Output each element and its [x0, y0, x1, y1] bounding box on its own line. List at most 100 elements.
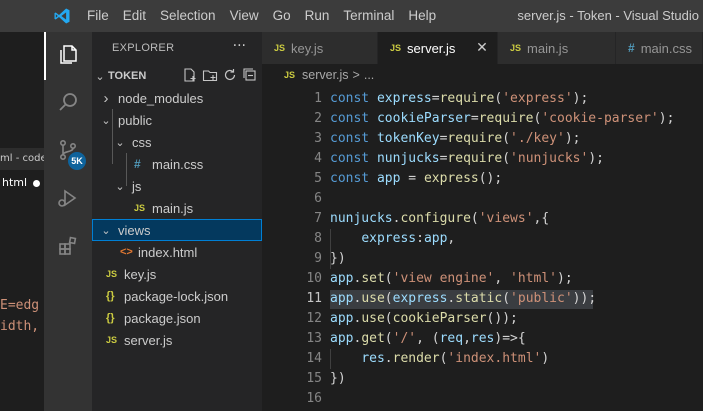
menu-terminal[interactable]: Terminal — [336, 0, 401, 32]
menu-run[interactable]: Run — [298, 0, 337, 32]
tab-server-js[interactable]: JS server.js ✕ — [378, 32, 498, 64]
js-file-icon: JS — [510, 43, 522, 53]
background-window-tab[interactable]: ml - code — [0, 148, 44, 170]
breadcrumb-symbols[interactable]: ... — [364, 68, 374, 82]
tree-item-package-json[interactable]: {} package.json — [92, 307, 262, 329]
code-token: ); — [572, 91, 589, 106]
code-token: ( — [384, 311, 393, 326]
code-token: , — [494, 271, 511, 286]
tab-main-css[interactable]: # main.css — [616, 32, 703, 64]
indent-guide — [330, 349, 331, 369]
tree-item-label: main.css — [152, 156, 204, 172]
workspace-root[interactable]: ⌄ TOKEN — [92, 65, 262, 87]
code-line: app.get('/', (req,res)=>{ — [330, 329, 526, 348]
tree-item-views[interactable]: ⌄ views — [92, 219, 262, 241]
explorer-activity-button[interactable] — [44, 32, 92, 80]
code-token: , ( — [416, 331, 440, 346]
code-token: = — [431, 91, 440, 106]
chevron-down-icon: ⌄ — [95, 70, 105, 83]
code-token: 'express' — [502, 91, 573, 106]
code-token: ); — [588, 151, 604, 166]
code-line: express:app, — [330, 229, 455, 248]
menu-file[interactable]: File — [80, 0, 116, 32]
tree-item-main-css[interactable]: # main.css — [92, 153, 262, 175]
tree-item-server-js[interactable]: JS server.js — [92, 329, 262, 351]
code-token: ( — [502, 131, 511, 146]
tree-item-label: node_modules — [118, 90, 204, 106]
menu-selection[interactable]: Selection — [153, 0, 223, 32]
tree-item-main-js[interactable]: JS main.js — [92, 197, 262, 219]
run-debug-activity-button[interactable] — [44, 176, 92, 224]
code-token: 'html' — [510, 271, 557, 286]
tree-item-label: main.js — [152, 200, 194, 216]
more-actions-icon[interactable]: ··· — [233, 38, 246, 54]
code-token: , — [447, 231, 456, 246]
chevron-down-icon: ⌄ — [115, 136, 125, 149]
line-number: 13 — [306, 331, 322, 346]
collapse-all-icon[interactable] — [242, 67, 258, 86]
menu-help[interactable]: Help — [401, 0, 443, 32]
indent-guide — [330, 229, 331, 269]
code-token: req — [439, 331, 464, 346]
code-token: get — [361, 331, 385, 346]
source-control-activity-button[interactable]: 5K — [44, 128, 92, 176]
menu-edit[interactable]: Edit — [116, 0, 153, 32]
background-tab-name: html — [2, 176, 28, 189]
code-token: express — [392, 291, 448, 306]
code-token: use — [361, 291, 385, 306]
code-token: const — [330, 131, 377, 146]
editor-area: JS key.js JS server.js ✕ JS main.js # main.css J… — [262, 32, 703, 411]
js-file-icon: JS — [390, 43, 402, 53]
code-token: app — [330, 291, 354, 306]
tree-item-node-modules[interactable]: › node_modules — [92, 87, 262, 109]
code-token: ,{ — [533, 211, 550, 226]
code-line: const cookieParser=require('cookie-parse… — [330, 109, 674, 128]
code-editor[interactable]: 1 const express=require('express'); 2 const… — [262, 86, 703, 411]
breadcrumb-file[interactable]: server.js — [302, 68, 349, 82]
menu-go[interactable]: Go — [266, 0, 298, 32]
extensions-activity-button[interactable] — [44, 224, 92, 272]
menu-view[interactable]: View — [223, 0, 266, 32]
tree-item-public[interactable]: ⌄ public — [92, 109, 262, 131]
refresh-icon[interactable] — [222, 67, 238, 86]
code-line: const app = express(); — [330, 169, 502, 188]
js-file-icon: JS — [106, 335, 118, 345]
close-icon[interactable]: ✕ — [475, 40, 489, 54]
code-token: express — [376, 91, 432, 106]
line-number: 7 — [314, 211, 322, 226]
code-token: ( — [384, 291, 393, 306]
tree-item-index-html[interactable]: <> index.html — [92, 241, 262, 263]
code-token: ); — [658, 111, 675, 126]
code-token: require — [447, 151, 503, 166]
background-window-file-tab[interactable]: html — [0, 176, 44, 196]
search-activity-button[interactable] — [44, 80, 92, 128]
code-token: require — [447, 131, 503, 146]
html-file-icon: <> — [120, 246, 133, 258]
tree-item-key-js[interactable]: JS key.js — [92, 263, 262, 285]
new-file-icon[interactable] — [182, 67, 198, 86]
tree-item-label: package.json — [124, 310, 201, 326]
line-number: 2 — [314, 111, 322, 126]
code-token: ()); — [486, 311, 518, 326]
code-token: const — [330, 91, 377, 106]
tree-item-label: package-lock.json — [124, 288, 229, 304]
explorer-title: EXPLORER — [112, 42, 175, 54]
tab-key-js[interactable]: JS key.js — [262, 32, 378, 64]
code-token: ( — [502, 291, 511, 306]
tree-item-label: views — [118, 222, 151, 238]
tree-item-css[interactable]: ⌄ css — [92, 131, 262, 153]
code-token: static — [455, 291, 503, 306]
new-folder-icon[interactable] — [202, 67, 218, 86]
line-number: 16 — [306, 391, 322, 406]
tab-main-js[interactable]: JS main.js — [498, 32, 616, 64]
tree-item-package-lock-json[interactable]: {} package-lock.json — [92, 285, 262, 307]
explorer-sidebar: EXPLORER ··· ⌄ TOKEN › node_modules ⌄ publi… — [92, 32, 262, 411]
tree-item-js[interactable]: ⌄ js — [92, 175, 262, 197]
background-window: ml - code html E=edg idth, — [0, 0, 44, 411]
background-code-line: idth, — [0, 319, 40, 334]
code-token: nunjucks — [376, 151, 440, 166]
tab-label: main.js — [527, 40, 569, 56]
code-line: nunjucks.configure('views',{ — [330, 209, 549, 228]
chevron-right-icon: › — [103, 89, 109, 107]
explorer-header: EXPLORER ··· — [92, 32, 262, 64]
